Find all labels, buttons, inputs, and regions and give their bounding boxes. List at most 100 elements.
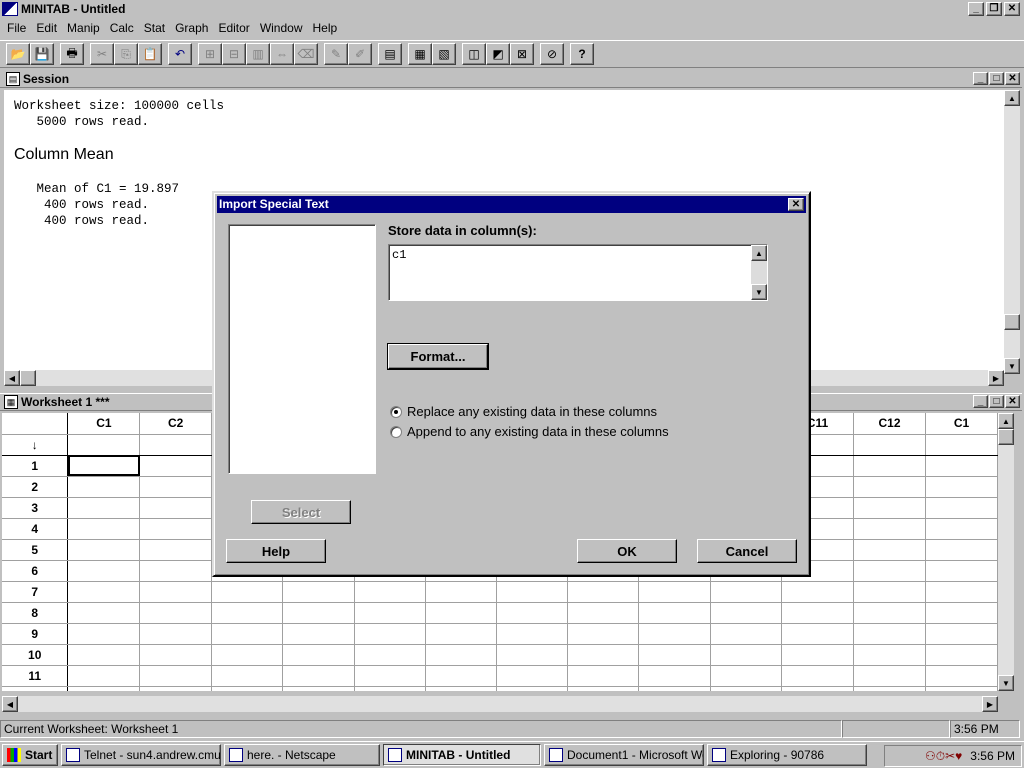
ok-button[interactable]: OK bbox=[577, 539, 677, 563]
worksheet-cell[interactable] bbox=[853, 539, 927, 561]
worksheet-cell[interactable] bbox=[853, 623, 927, 645]
scroll-right-icon[interactable]: ▶ bbox=[982, 696, 998, 712]
insert-rows-icon[interactable]: ⊟ bbox=[222, 43, 246, 65]
worksheet-cell[interactable] bbox=[853, 644, 927, 666]
scroll-thumb[interactable] bbox=[1004, 314, 1020, 330]
worksheet-cell[interactable] bbox=[139, 455, 213, 477]
worksheet-cell[interactable] bbox=[710, 644, 782, 666]
worksheet-cell[interactable] bbox=[139, 539, 213, 561]
print-icon[interactable]: 🖶 bbox=[60, 43, 84, 65]
start-button[interactable]: Start bbox=[2, 744, 58, 766]
worksheet-cell[interactable] bbox=[638, 644, 711, 666]
worksheet-cell[interactable] bbox=[853, 497, 927, 519]
worksheet-cell[interactable] bbox=[638, 665, 711, 687]
worksheet-cell[interactable] bbox=[139, 560, 213, 582]
menu-help[interactable]: Help bbox=[308, 21, 343, 35]
worksheet-cell[interactable] bbox=[496, 581, 569, 603]
task-telnet[interactable]: Telnet - sun4.andrew.cmu... bbox=[61, 744, 221, 766]
worksheet-cell[interactable] bbox=[282, 602, 355, 624]
select-button[interactable]: Select bbox=[251, 500, 351, 524]
worksheet-cell[interactable] bbox=[925, 686, 998, 691]
worksheet-cell[interactable] bbox=[781, 686, 855, 691]
worksheet-close-button[interactable]: ✕ bbox=[1005, 395, 1020, 408]
worksheet-cell[interactable] bbox=[354, 581, 426, 603]
menu-edit[interactable]: Edit bbox=[31, 21, 62, 35]
worksheet-cell[interactable] bbox=[282, 644, 355, 666]
column-name-cell[interactable] bbox=[139, 434, 213, 456]
paste-icon[interactable]: 📋 bbox=[138, 43, 162, 65]
menu-window[interactable]: Window bbox=[255, 21, 308, 35]
worksheet-cell[interactable] bbox=[853, 560, 927, 582]
worksheet-cell[interactable] bbox=[638, 602, 711, 624]
worksheet-cell[interactable] bbox=[925, 476, 998, 498]
worksheet-cell[interactable] bbox=[67, 560, 141, 582]
worksheet-cell[interactable] bbox=[139, 665, 213, 687]
manage-graphs-icon[interactable]: ◩ bbox=[486, 43, 510, 65]
task-netscape[interactable]: here. - Netscape bbox=[224, 744, 380, 766]
scroll-up-icon[interactable]: ▲ bbox=[751, 245, 767, 261]
scroll-up-icon[interactable]: ▲ bbox=[998, 413, 1014, 429]
worksheet-cell[interactable] bbox=[425, 602, 498, 624]
worksheet-cell[interactable] bbox=[638, 581, 711, 603]
worksheet-cell[interactable] bbox=[211, 644, 284, 666]
worksheet-cell[interactable] bbox=[139, 476, 213, 498]
format-button[interactable]: Format... bbox=[387, 343, 489, 370]
dialog-close-icon[interactable]: ✕ bbox=[788, 198, 804, 211]
tray-icons[interactable]: ⚇⏱✂♥ bbox=[925, 749, 962, 764]
row-header[interactable]: 11 bbox=[2, 665, 69, 687]
close-button[interactable]: ✕ bbox=[1004, 2, 1020, 16]
worksheet-cell[interactable] bbox=[710, 581, 782, 603]
worksheet-cell[interactable] bbox=[139, 518, 213, 540]
worksheet-cell[interactable] bbox=[139, 623, 213, 645]
worksheet-cell[interactable] bbox=[211, 623, 284, 645]
worksheet-cell[interactable] bbox=[925, 623, 998, 645]
worksheet-cell[interactable] bbox=[853, 476, 927, 498]
close-graphs-icon[interactable]: ⊠ bbox=[510, 43, 534, 65]
worksheet-cell[interactable] bbox=[925, 455, 998, 477]
row-header[interactable]: 8 bbox=[2, 602, 69, 624]
undo-icon[interactable]: ↶ bbox=[168, 43, 192, 65]
worksheet-cell[interactable] bbox=[567, 581, 640, 603]
save-icon[interactable]: 💾 bbox=[30, 43, 54, 65]
row-header[interactable]: 12 bbox=[2, 686, 69, 691]
worksheet-cell[interactable] bbox=[67, 455, 141, 477]
clear-icon[interactable]: ⌫ bbox=[294, 43, 318, 65]
open-icon[interactable]: 📂 bbox=[6, 43, 30, 65]
worksheet-cell[interactable] bbox=[567, 686, 640, 691]
row-header[interactable]: 3 bbox=[2, 497, 69, 519]
task-minitab[interactable]: MINITAB - Untitled bbox=[383, 744, 541, 766]
scroll-down-icon[interactable]: ▼ bbox=[1004, 358, 1020, 374]
worksheet-cell[interactable] bbox=[425, 665, 498, 687]
worksheet-cell[interactable] bbox=[567, 623, 640, 645]
worksheet-cell[interactable] bbox=[282, 686, 355, 691]
worksheet-cell[interactable] bbox=[425, 686, 498, 691]
store-field-scrollbar[interactable]: ▲ ▼ bbox=[751, 245, 767, 300]
row-header[interactable]: 4 bbox=[2, 518, 69, 540]
cancel-button[interactable]: Cancel bbox=[697, 539, 797, 563]
row-header[interactable]: 7 bbox=[2, 581, 69, 603]
row-header[interactable]: 9 bbox=[2, 623, 69, 645]
scroll-down-icon[interactable]: ▼ bbox=[751, 284, 767, 300]
data-window-icon[interactable]: ▦ bbox=[408, 43, 432, 65]
append-radio[interactable]: Append to any existing data in these col… bbox=[390, 424, 669, 439]
worksheet-cell[interactable] bbox=[67, 539, 141, 561]
scroll-right-icon[interactable]: ▶ bbox=[988, 370, 1004, 386]
insert-cells-icon[interactable]: ⊞ bbox=[198, 43, 222, 65]
worksheet-cell[interactable] bbox=[282, 581, 355, 603]
worksheet-cell[interactable] bbox=[567, 665, 640, 687]
worksheet-cell[interactable] bbox=[67, 623, 141, 645]
scroll-left-icon[interactable]: ◀ bbox=[2, 696, 18, 712]
worksheet-cell[interactable] bbox=[781, 665, 855, 687]
worksheet-cell[interactable] bbox=[211, 665, 284, 687]
scroll-left-icon[interactable]: ◀ bbox=[4, 370, 20, 386]
worksheet-cell[interactable] bbox=[139, 686, 213, 691]
task-word[interactable]: Document1 - Microsoft Word bbox=[544, 744, 704, 766]
worksheet-cell[interactable] bbox=[354, 644, 426, 666]
worksheet-cell[interactable] bbox=[925, 602, 998, 624]
brush-icon[interactable]: ✎ bbox=[324, 43, 348, 65]
row-header[interactable]: 10 bbox=[2, 644, 69, 666]
worksheet-cell[interactable] bbox=[925, 497, 998, 519]
worksheet-cell[interactable] bbox=[781, 644, 855, 666]
row-header[interactable]: 6 bbox=[2, 560, 69, 582]
menu-calc[interactable]: Calc bbox=[105, 21, 139, 35]
